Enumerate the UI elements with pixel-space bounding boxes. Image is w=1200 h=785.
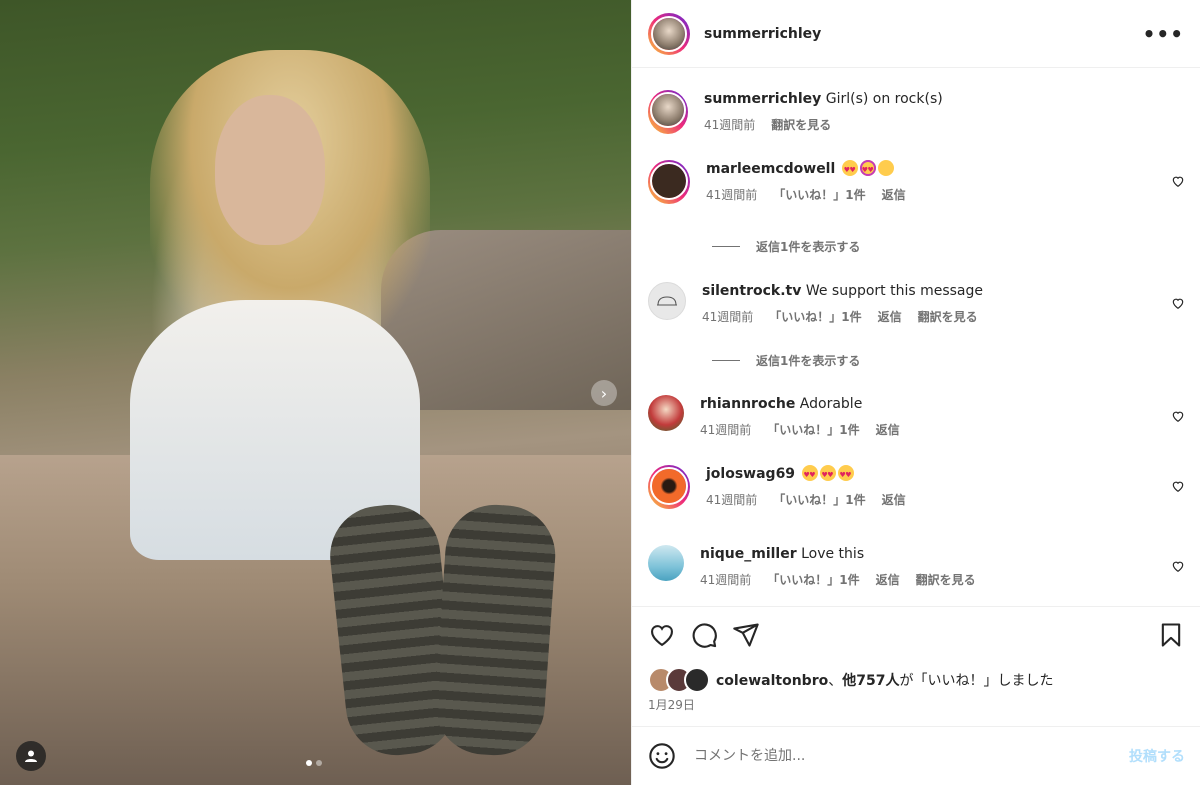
comment-likes[interactable]: 「いいね！」1件 <box>769 308 861 326</box>
comment-time[interactable]: 41週間前 <box>700 571 751 589</box>
likes-suffix: 「いいね！」しました <box>913 673 1054 689</box>
carousel-next-button[interactable]: › <box>591 380 617 406</box>
comment-username[interactable]: joloswag69 <box>706 466 795 482</box>
comment-time[interactable]: 41週間前 <box>706 491 757 509</box>
comment-likes[interactable]: 「いいね！」1件 <box>773 186 865 204</box>
caption-avatar-ring[interactable] <box>648 90 688 134</box>
author-username[interactable]: summerrichley <box>704 26 821 42</box>
post-header: summerrichley ••• <box>632 0 1200 68</box>
user-tag-icon <box>25 750 37 762</box>
likes-ga: が <box>899 673 914 689</box>
comment-username[interactable]: nique_miller <box>700 546 797 562</box>
comment-reply-button[interactable]: 返信 <box>878 308 902 326</box>
comment-input[interactable] <box>692 747 1129 765</box>
caption-avatar <box>652 94 684 126</box>
caption: summerrichley Girl(s) on rock(s) 41週間前 翻… <box>648 90 1185 134</box>
comment-likes[interactable]: 「いいね！」1件 <box>767 571 859 589</box>
comment-likes[interactable]: 「いいね！」1件 <box>767 421 859 439</box>
comment-time[interactable]: 41週間前 <box>702 308 753 326</box>
comment-item: silentrock.tv We support this message 41… <box>648 282 1185 326</box>
comment-like-heart-icon[interactable] <box>1171 479 1185 493</box>
heart-eyes-emoji-icon <box>837 465 854 484</box>
liker-avatar <box>684 667 710 693</box>
comment-item: joloswag69 41週間前 「いいね！」1件 返信 <box>648 465 1185 509</box>
likes-separator: 、 <box>828 673 843 689</box>
author-story-ring[interactable] <box>648 12 690 55</box>
comments-list[interactable]: summerrichley Girl(s) on rock(s) 41週間前 翻… <box>632 68 1200 606</box>
caption-text: Girl(s) on rock(s) <box>825 91 943 107</box>
photo-face <box>215 95 325 245</box>
comment-avatar-ring[interactable] <box>648 465 690 509</box>
comment-like-heart-icon[interactable] <box>1171 409 1185 423</box>
user-tag-button[interactable] <box>16 741 46 771</box>
comment-like-heart-icon[interactable] <box>1171 296 1185 310</box>
cloud-logo-icon <box>657 296 677 306</box>
smiley-icon[interactable] <box>648 742 676 770</box>
caption-username[interactable]: summerrichley <box>704 91 821 107</box>
carousel-dot-active <box>306 760 312 766</box>
likes-summary[interactable]: colewaltonbro、他757人が「いいね！」しました <box>648 667 1053 693</box>
photo-boot-right <box>431 501 559 759</box>
likes-first-user[interactable]: colewaltonbro <box>716 673 828 689</box>
more-options-button[interactable]: ••• <box>1143 22 1184 46</box>
comment-translate-link[interactable]: 翻訳を見る <box>918 308 978 326</box>
comment-avatar <box>652 164 686 198</box>
post-date[interactable]: 1月29日 <box>648 696 695 713</box>
comment-avatar[interactable] <box>648 395 684 431</box>
comment-item: rhiannroche Adorable 41週間前 「いいね！」1件 返信 <box>648 395 1185 439</box>
comment-time[interactable]: 41週間前 <box>706 186 757 204</box>
view-replies-label: 返信1件を表示する <box>756 240 861 254</box>
comment-avatar[interactable] <box>648 545 684 581</box>
bookmark-icon[interactable] <box>1157 621 1185 649</box>
comment-username[interactable]: marleemcdowell <box>706 161 835 177</box>
comment-icon[interactable] <box>690 621 718 649</box>
blush-emoji-icon <box>877 160 894 176</box>
likes-others[interactable]: 他757人 <box>842 673 899 689</box>
caption-time[interactable]: 41週間前 <box>704 116 755 134</box>
heart-eyes-emoji-icon <box>801 465 818 484</box>
post-photo[interactable]: › <box>0 0 631 785</box>
comment-avatar <box>652 469 686 503</box>
comment-reply-button[interactable]: 返信 <box>882 491 906 509</box>
comment-text: Adorable <box>799 396 863 412</box>
author-avatar <box>653 17 685 50</box>
comment-item: nique_miller Love this 41週間前 「いいね！」1件 返信… <box>648 545 1185 589</box>
comment-likes[interactable]: 「いいね！」1件 <box>773 491 865 509</box>
carousel-dots <box>306 760 322 766</box>
comment-text: Love this <box>801 546 865 562</box>
caption-translate-link[interactable]: 翻訳を見る <box>771 116 831 134</box>
view-replies-button[interactable]: 返信1件を表示する <box>712 238 860 255</box>
comment-item: marleemcdowell 41週間前 「いいね！」1件 返信 <box>648 160 1185 204</box>
heart-eyes-emoji-icon <box>819 465 836 484</box>
chevron-right-icon: › <box>600 383 608 403</box>
comment-like-heart-icon[interactable] <box>1171 174 1185 188</box>
post-actions: colewaltonbro、他757人が「いいね！」しました 1月29日 <box>632 606 1200 727</box>
comment-username[interactable]: silentrock.tv <box>702 283 801 299</box>
comment-reply-button[interactable]: 返信 <box>876 421 900 439</box>
view-replies-button[interactable]: 返信1件を表示する <box>712 352 860 369</box>
comment-username[interactable]: rhiannroche <box>700 396 795 412</box>
carousel-dot <box>316 760 322 766</box>
comment-time[interactable]: 41週間前 <box>700 421 751 439</box>
comment-reply-button[interactable]: 返信 <box>876 571 900 589</box>
post-comment-button[interactable]: 投稿する <box>1129 746 1185 766</box>
comment-like-heart-icon[interactable] <box>1171 559 1185 573</box>
comment-reply-button[interactable]: 返信 <box>882 186 906 204</box>
heart-outline-icon[interactable] <box>648 621 676 649</box>
heart-eyes-purple-emoji-icon <box>859 160 876 179</box>
add-comment-bar: 投稿する <box>632 726 1200 785</box>
comment-avatar-ring[interactable] <box>648 160 690 204</box>
heart-eyes-emoji-icon <box>841 160 858 179</box>
more-horizontal-icon: ••• <box>1142 21 1184 46</box>
comment-translate-link[interactable]: 翻訳を見る <box>916 571 976 589</box>
comment-text: We support this message <box>805 283 984 299</box>
comment-avatar[interactable] <box>648 282 686 320</box>
post-side-panel: summerrichley ••• summerrichley Girl(s) … <box>631 0 1200 785</box>
view-replies-label: 返信1件を表示する <box>756 354 861 368</box>
send-icon[interactable] <box>732 621 760 649</box>
